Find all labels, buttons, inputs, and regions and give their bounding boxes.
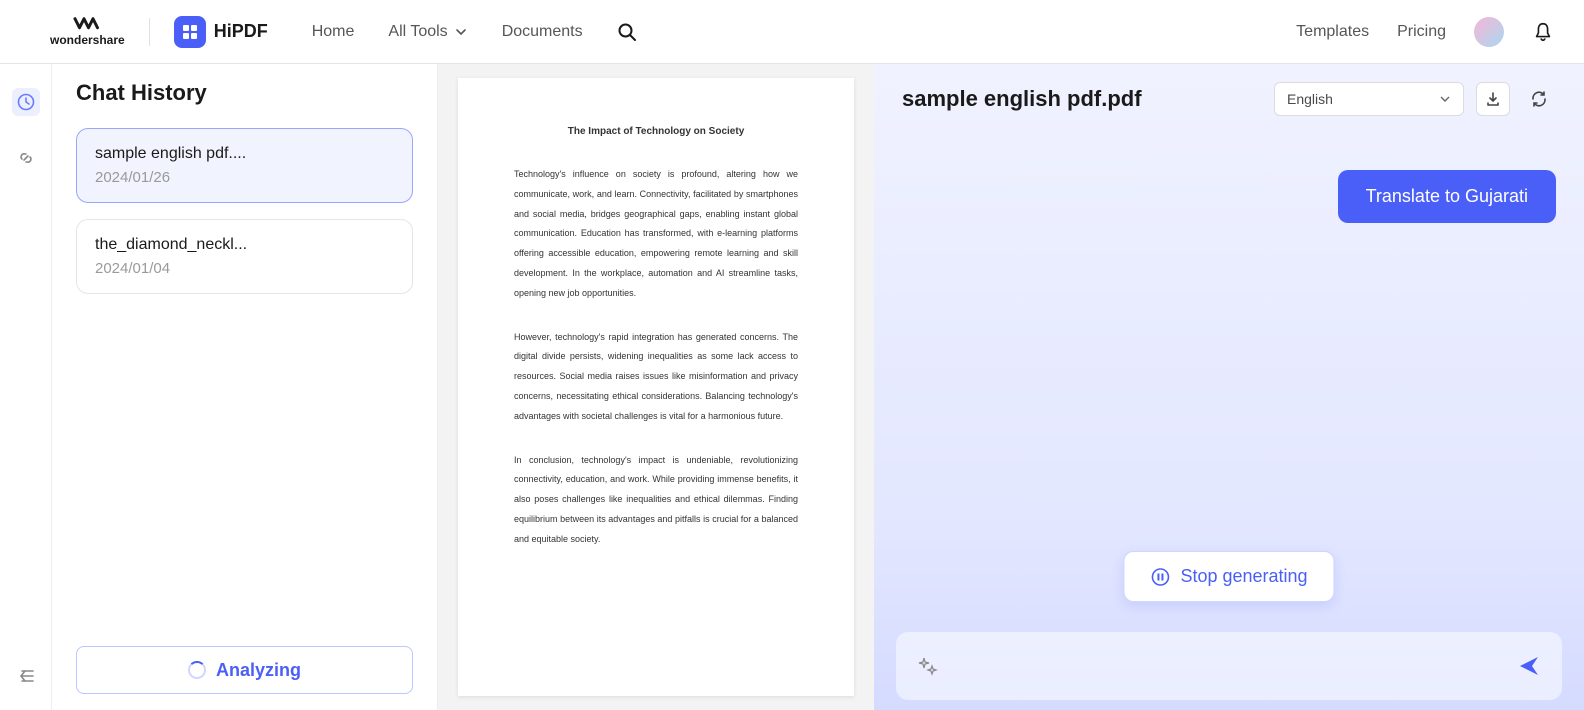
hipdf-logo[interactable]: HiPDF	[174, 16, 268, 48]
collapse-icon	[17, 667, 35, 685]
nav-documents[interactable]: Documents	[502, 23, 583, 41]
wondershare-logo[interactable]: wondershare	[50, 17, 125, 47]
search-icon	[617, 22, 637, 42]
analyzing-button[interactable]: Analyzing	[76, 646, 413, 694]
chat-file-title: sample english pdf.pdf	[902, 86, 1262, 112]
wondershare-icon	[72, 17, 102, 31]
history-icon	[17, 93, 35, 111]
history-item-name: the_diamond_neckl...	[95, 236, 394, 254]
chat-header: sample english pdf.pdf English	[874, 64, 1584, 134]
refresh-icon	[1530, 90, 1548, 108]
chat-input-field[interactable]	[938, 658, 1518, 675]
bell-icon[interactable]	[1532, 21, 1554, 43]
chat-history-sidebar: Chat History sample english pdf.... 2024…	[52, 64, 438, 710]
nav-search[interactable]	[617, 22, 637, 42]
history-item-1[interactable]: the_diamond_neckl... 2024/01/04	[76, 219, 413, 294]
stop-generating-label: Stop generating	[1180, 566, 1307, 587]
stop-generating-button[interactable]: Stop generating	[1123, 551, 1334, 602]
rail-collapse[interactable]	[12, 662, 40, 690]
chevron-down-icon	[454, 25, 468, 39]
language-select[interactable]: English	[1274, 82, 1464, 116]
rail-history[interactable]	[12, 88, 40, 116]
sidebar-title: Chat History	[76, 80, 413, 106]
document-paragraph: Technology's influence on society is pro…	[514, 165, 798, 304]
hipdf-text: HiPDF	[214, 21, 268, 42]
document-paragraph: However, technology's rapid integration …	[514, 328, 798, 427]
pause-icon	[1150, 567, 1170, 587]
spinner-icon	[188, 661, 206, 679]
nav-pricing[interactable]: Pricing	[1397, 23, 1446, 41]
header-right: Templates Pricing	[1296, 17, 1554, 47]
chat-input-bar	[896, 632, 1562, 700]
send-icon[interactable]	[1518, 655, 1540, 677]
chat-body: Translate to Gujarati Stop generating	[874, 134, 1584, 632]
app-header: wondershare HiPDF Home All Tools Documen…	[0, 0, 1584, 64]
nav-home[interactable]: Home	[312, 23, 355, 41]
left-rail	[0, 64, 52, 710]
history-item-date: 2024/01/04	[95, 260, 394, 277]
document-page: The Impact of Technology on Society Tech…	[458, 78, 854, 696]
nav-all-tools-label: All Tools	[388, 23, 447, 41]
main-area: Chat History sample english pdf.... 2024…	[0, 64, 1584, 710]
language-selected-label: English	[1287, 91, 1333, 107]
document-paragraph: In conclusion, technology's impact is un…	[514, 451, 798, 550]
link-icon	[17, 149, 35, 167]
analyzing-label: Analyzing	[216, 660, 301, 681]
history-list: sample english pdf.... 2024/01/26 the_di…	[76, 128, 413, 630]
chevron-down-icon	[1439, 93, 1451, 105]
header-divider	[149, 18, 150, 46]
download-button[interactable]	[1476, 82, 1510, 116]
user-message-bubble: Translate to Gujarati	[1338, 170, 1556, 223]
logo-group: wondershare HiPDF	[50, 16, 268, 48]
history-item-name: sample english pdf....	[95, 145, 394, 163]
hipdf-mark-icon	[174, 16, 206, 48]
download-icon	[1485, 91, 1501, 107]
refresh-button[interactable]	[1522, 82, 1556, 116]
nav-templates[interactable]: Templates	[1296, 23, 1369, 41]
sparkle-icon[interactable]	[918, 656, 938, 676]
rail-link[interactable]	[12, 144, 40, 172]
avatar[interactable]	[1474, 17, 1504, 47]
main-nav: Home All Tools Documents	[312, 22, 637, 42]
document-viewer: The Impact of Technology on Society Tech…	[438, 64, 874, 710]
chat-panel: sample english pdf.pdf English Translate…	[874, 64, 1584, 710]
document-title: The Impact of Technology on Society	[514, 126, 798, 137]
nav-all-tools[interactable]: All Tools	[388, 23, 467, 41]
history-item-0[interactable]: sample english pdf.... 2024/01/26	[76, 128, 413, 203]
wondershare-text: wondershare	[50, 33, 125, 47]
history-item-date: 2024/01/26	[95, 169, 394, 186]
